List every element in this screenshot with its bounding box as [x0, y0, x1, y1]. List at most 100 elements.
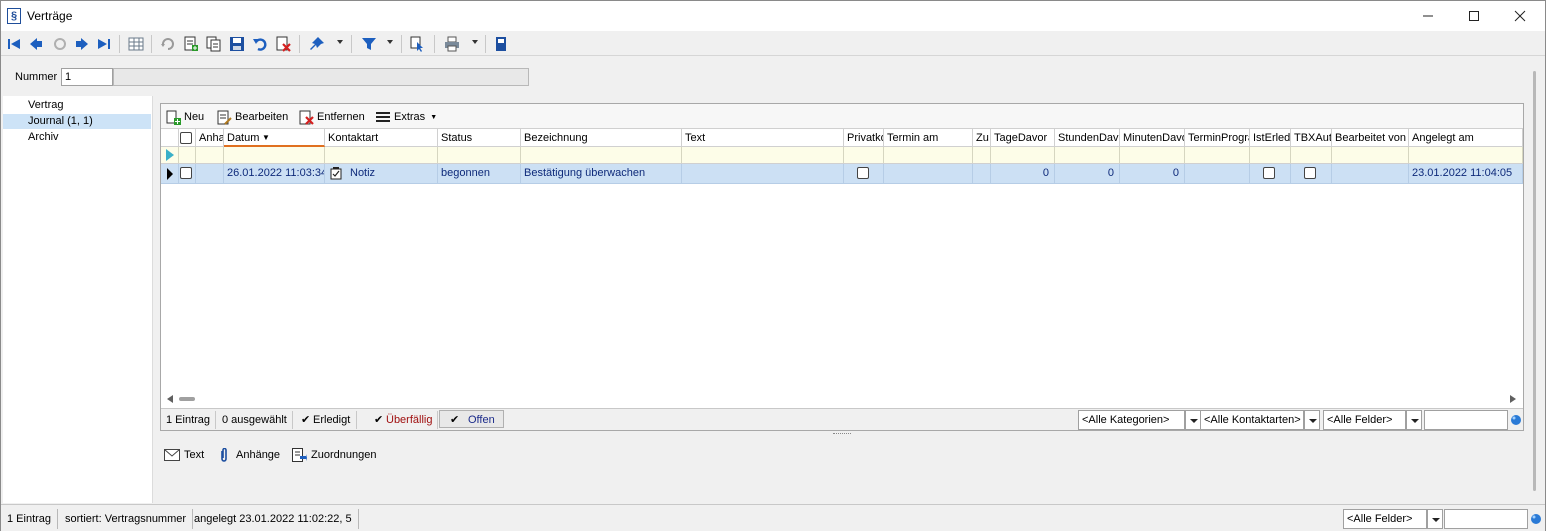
text-tab[interactable]: Text — [164, 447, 204, 463]
splitter-handle[interactable] — [833, 433, 851, 436]
select-all-checkbox[interactable] — [180, 132, 192, 144]
col-header-text[interactable]: Text — [682, 129, 844, 147]
filter-cell-datum[interactable] — [224, 147, 325, 163]
col-header-status[interactable]: Status — [438, 129, 521, 147]
filter-icon[interactable] — [359, 34, 379, 54]
status-search-input[interactable] — [1444, 509, 1528, 529]
cell-tbx-auto[interactable] — [1291, 164, 1332, 183]
col-header-termin-programm[interactable]: TerminProgra — [1185, 129, 1250, 147]
maximize-button[interactable] — [1451, 1, 1497, 31]
minimize-button[interactable] — [1405, 1, 1451, 31]
col-header-tage-davor[interactable]: TageDavor — [991, 129, 1055, 147]
next-record-icon[interactable] — [72, 34, 92, 54]
new-button[interactable]: Neu — [166, 109, 204, 125]
status-felder-select[interactable]: <Alle Felder> — [1343, 509, 1427, 529]
grid-search-input[interactable] — [1424, 410, 1508, 430]
last-record-icon[interactable] — [94, 34, 114, 54]
col-header-termin-am[interactable]: Termin am — [884, 129, 973, 147]
table-row[interactable]: 26.01.2022 11:03:34 Notiz begonnen Bestä… — [161, 164, 1523, 184]
filter-dropdown-icon[interactable] — [387, 40, 393, 44]
filter-cell-minuten-davor[interactable] — [1120, 147, 1185, 163]
filter-cell-bezeichnung[interactable] — [521, 147, 682, 163]
undo-icon[interactable] — [250, 34, 270, 54]
felder-dropdown-button[interactable] — [1406, 410, 1422, 430]
kategorien-select[interactable]: <Alle Kategorien> — [1078, 410, 1185, 430]
filter-cell-status[interactable] — [438, 147, 521, 163]
select-all-header[interactable] — [179, 129, 196, 147]
col-header-angelegt-am[interactable]: Angelegt am — [1409, 129, 1523, 147]
filter-cell-termin-am[interactable] — [884, 147, 973, 163]
print-icon[interactable] — [442, 34, 462, 54]
col-header-bezeichnung[interactable]: Bezeichnung — [521, 129, 682, 147]
save-icon[interactable] — [227, 34, 247, 54]
zuordnungen-tab[interactable]: Zuordnungen — [291, 447, 376, 463]
col-header-zu[interactable]: Zu — [973, 129, 991, 147]
kontaktarten-select[interactable]: <Alle Kontaktarten> — [1200, 410, 1304, 430]
previous-record-icon[interactable] — [26, 34, 46, 54]
col-header-tbx-auto[interactable]: TBXAuto — [1291, 129, 1332, 147]
filter-cell-privatkontakt[interactable] — [844, 147, 884, 163]
filter-cell-zu[interactable] — [973, 147, 991, 163]
erledigt-toggle[interactable]: ✔ Erledigt — [295, 411, 357, 429]
col-header-privatkontakt[interactable]: Privatko — [844, 129, 884, 147]
extras-menu-button[interactable]: Extras ▼ — [376, 109, 437, 125]
save-layout-icon[interactable] — [491, 34, 511, 54]
cell-privatkontakt[interactable] — [844, 164, 884, 183]
pin-dropdown-icon[interactable] — [337, 40, 343, 44]
filter-row[interactable] — [161, 147, 1523, 164]
delete-record-icon[interactable] — [273, 34, 293, 54]
col-header-anhang[interactable]: Anhan — [196, 129, 224, 147]
col-header-kontaktart[interactable]: Kontaktart — [325, 129, 438, 147]
privatkontakt-checkbox[interactable] — [857, 167, 869, 179]
filter-cell-ist-erledigt[interactable] — [1250, 147, 1291, 163]
remove-button[interactable]: Entfernen — [299, 109, 365, 125]
horizontal-scroll-thumb[interactable] — [179, 397, 195, 401]
print-dropdown-icon[interactable] — [472, 40, 478, 44]
tbx-auto-checkbox[interactable] — [1304, 167, 1316, 179]
col-header-minuten-davor[interactable]: MinutenDavo — [1120, 129, 1185, 147]
reload-icon[interactable] — [158, 34, 178, 54]
col-header-stunden-davor[interactable]: StundenDavo — [1055, 129, 1120, 147]
tree-item-vertrag[interactable]: Vertrag — [3, 98, 151, 113]
felder-select[interactable]: <Alle Felder> — [1323, 410, 1406, 430]
row-select-cell[interactable] — [179, 164, 196, 183]
row-select-checkbox[interactable] — [180, 167, 192, 179]
ist-erledigt-checkbox[interactable] — [1263, 167, 1275, 179]
anhaenge-tab[interactable]: Anhänge — [216, 447, 280, 463]
filter-cell-text[interactable] — [682, 147, 844, 163]
tree-item-archiv[interactable]: Archiv — [3, 130, 151, 145]
ueberfaellig-toggle[interactable]: ✔ Überfällig — [368, 411, 438, 429]
filter-cell-bearbeitet-von[interactable] — [1332, 147, 1409, 163]
filter-cell-stunden-davor[interactable] — [1055, 147, 1120, 163]
kategorien-dropdown-button[interactable] — [1185, 410, 1201, 430]
status-felder-dropdown-button[interactable] — [1427, 509, 1443, 529]
col-header-datum[interactable]: Datum ▼ — [224, 129, 325, 147]
cell-ist-erledigt[interactable] — [1250, 164, 1291, 183]
new-record-icon[interactable] — [181, 34, 201, 54]
filter-cell-tage-davor[interactable] — [991, 147, 1055, 163]
cursor-select-icon[interactable] — [407, 34, 427, 54]
vertical-scrollbar[interactable] — [1528, 61, 1542, 501]
status-globe-search-icon[interactable] — [1530, 513, 1542, 525]
first-record-icon[interactable] — [4, 34, 24, 54]
filter-cell-anhang[interactable] — [196, 147, 224, 163]
close-button[interactable] — [1497, 1, 1543, 31]
kontaktarten-dropdown-button[interactable] — [1304, 410, 1320, 430]
globe-search-icon[interactable] — [1510, 414, 1522, 426]
col-header-ist-erledigt[interactable]: IstErledi — [1250, 129, 1291, 147]
filter-cell-angelegt-am[interactable] — [1409, 147, 1523, 163]
vertical-scroll-thumb[interactable] — [1533, 71, 1536, 491]
offen-toggle[interactable]: ✔ Offen — [439, 410, 504, 428]
copy-record-icon[interactable] — [204, 34, 224, 54]
table-view-icon[interactable] — [126, 34, 146, 54]
refresh-disabled-icon[interactable] — [50, 34, 70, 54]
filter-cell-kontaktart[interactable] — [325, 147, 438, 163]
filter-cell-termin-programm[interactable] — [1185, 147, 1250, 163]
tree-item-journal[interactable]: Journal (1, 1) — [3, 114, 151, 129]
pin-icon[interactable] — [307, 34, 327, 54]
horizontal-scrollbar[interactable] — [161, 391, 1523, 407]
edit-button[interactable]: Bearbeiten — [217, 109, 288, 125]
filter-cell-tbx-auto[interactable] — [1291, 147, 1332, 163]
nummer-input[interactable]: 1 — [61, 68, 113, 86]
col-header-bearbeitet-von[interactable]: Bearbeitet von — [1332, 129, 1409, 147]
